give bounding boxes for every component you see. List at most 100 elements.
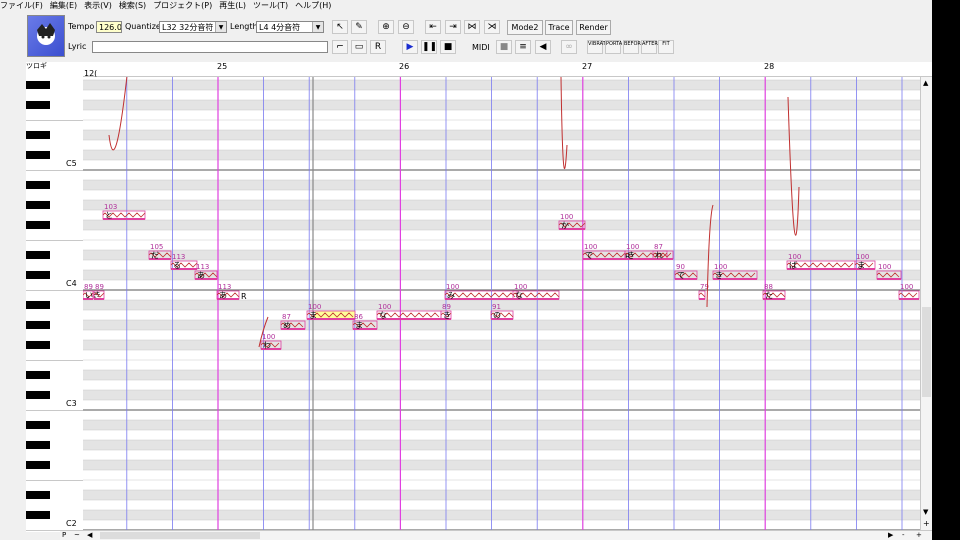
note-lyric[interactable]: と [105,211,113,220]
black-key[interactable] [26,301,50,309]
note-lyric[interactable]: で [677,271,685,280]
note-lyric[interactable]: ま [857,261,865,270]
note-lyric[interactable]: な [379,311,387,320]
render-button[interactable]: Render [576,20,611,35]
note-lyric[interactable]: ま [309,311,317,320]
mode2-button[interactable]: Mode2 [507,20,543,35]
note-lyric[interactable]: わ [263,341,271,350]
menu-play[interactable]: 再生(L) [219,1,246,10]
note-lyric[interactable]: の [493,311,501,320]
length-select[interactable]: L4 4分音符 ▼ [256,21,324,33]
black-key[interactable] [26,101,50,109]
key-divider [26,120,83,121]
tilde-toggle[interactable]: ~ [74,531,80,540]
black-key[interactable] [26,511,50,519]
note-lyric[interactable]: る [173,261,181,270]
black-key[interactable] [26,371,50,379]
horizontal-scroll-thumb[interactable] [100,532,260,539]
black-key[interactable] [26,151,50,159]
zoom-in-icon[interactable]: ⊕ [378,20,394,34]
pointer-tool-icon[interactable]: ↖ [332,20,348,34]
black-key[interactable] [26,391,50,399]
fit-icon[interactable]: FIT [658,40,674,54]
go-end-icon[interactable]: ⇥ [445,20,461,34]
tempo-input[interactable]: 126.0 [96,21,122,33]
go-start-icon[interactable]: ⇤ [425,20,441,34]
zoom-out-h-icon[interactable]: - [902,531,905,540]
lyric-input[interactable] [92,41,328,53]
note-lyric[interactable]: だ [151,251,159,260]
black-key[interactable] [26,491,50,499]
rest-note[interactable]: R [241,292,247,301]
black-key[interactable] [26,271,50,279]
black-key[interactable] [26,341,50,349]
zoom-out-icon[interactable]: ⊖ [398,20,414,34]
note-lyric[interactable]: か [561,221,569,230]
midi-settings-icon[interactable]: ≡ [515,40,531,54]
menu-project[interactable]: プロジェクト(P) [153,1,212,10]
note-lyric[interactable]: め [283,321,291,330]
menu-file[interactable]: ファイル(F) [0,1,43,10]
play-icon[interactable]: ▶ [402,40,418,54]
menu-search[interactable]: 検索(S) [119,1,146,10]
menu-edit[interactable]: 編集(E) [50,1,77,10]
scroll-left-icon[interactable]: ◀ [87,531,92,540]
menu-tools[interactable]: ツール(T) [253,1,288,10]
note-lyric[interactable]: き [627,251,635,260]
note-lyric[interactable]: き [715,271,723,280]
zoom-in-h-icon[interactable]: + [916,531,922,540]
piano-roll[interactable]: 89 いき 89 103 と 105 だ 113 る 113 あ 113 あ R 100 わ 87 め 100 ま 86… [83,77,920,530]
scroll-right-icon[interactable]: ▶ [888,531,893,540]
midi-stop-icon[interactable]: ■ [496,40,512,54]
black-key[interactable] [26,321,50,329]
black-key[interactable] [26,421,50,429]
horizontal-scrollbar[interactable]: P ~ ◀ ▶ - + [60,530,932,540]
note-lyric[interactable]: た [765,291,773,300]
quantize-select[interactable]: L32 32分音符 ▼ [159,21,227,33]
split-icon[interactable]: ⋈ [464,20,480,34]
vibrato-icon[interactable]: VIBRATO [587,40,610,54]
note-lyric[interactable]: な [515,291,523,300]
scroll-up-icon[interactable]: ▲ [923,79,928,87]
measure-ruler[interactable]: 12( 25 26 27 28 [83,62,932,78]
note-lyric[interactable]: ま [355,321,363,330]
menu-view[interactable]: 表示(V) [84,1,112,10]
black-key[interactable] [26,221,50,229]
pencil-tool-icon[interactable]: ✎ [351,20,367,34]
note-lyric[interactable]: あ [219,291,227,300]
black-key[interactable] [26,201,50,209]
pause-icon[interactable]: ❚❚ [421,40,437,54]
note-lyric[interactable]: で [585,251,593,260]
scroll-down-icon[interactable]: ▼ [923,508,928,516]
note-lyric[interactable]: み [447,291,455,300]
vertical-scrollbar[interactable]: ▲ ▼ + [920,77,932,530]
rest-insert-icon[interactable]: R [370,40,386,54]
link-icon[interactable]: ∞ [561,40,577,54]
lyric-edit-icon[interactable]: ▭ [351,40,367,54]
piano-keyboard[interactable]: ツロギ C5 C4 C3 C2 [26,62,84,532]
black-key[interactable] [26,441,50,449]
after-icon[interactable]: AFTER [641,40,658,54]
note-lyric[interactable]: ば [789,261,797,270]
vertical-scroll-thumb[interactable] [922,307,931,397]
before-icon[interactable]: BEFORE [623,40,644,54]
speaker-icon[interactable]: ◀ [535,40,551,54]
zoom-plus-icon[interactable]: + [923,519,930,528]
menu-help[interactable]: ヘルプ(H) [295,1,331,10]
black-key[interactable] [26,131,50,139]
note-lyric[interactable]: れ [655,251,663,260]
note-lyric[interactable]: あ [197,271,205,280]
trace-button[interactable]: Trace [545,20,573,35]
stop-icon[interactable]: ■ [440,40,456,54]
black-key[interactable] [26,181,50,189]
velocity-label: 100 [446,283,459,291]
lyric-apply-icon[interactable]: ⌐ [332,40,348,54]
portamento-icon[interactable]: PORTA [605,40,622,54]
note-lyric[interactable]: き [443,311,451,320]
voicebank-icon[interactable] [27,15,65,57]
black-key[interactable] [26,461,50,469]
black-key[interactable] [26,251,50,259]
black-key[interactable] [26,81,50,89]
utau-window: ファイル(F) 編集(E) 表示(V) 検索(S) プロジェクト(P) 再生(L) ツール(… [0,0,960,540]
merge-icon[interactable]: ⋊ [484,20,500,34]
